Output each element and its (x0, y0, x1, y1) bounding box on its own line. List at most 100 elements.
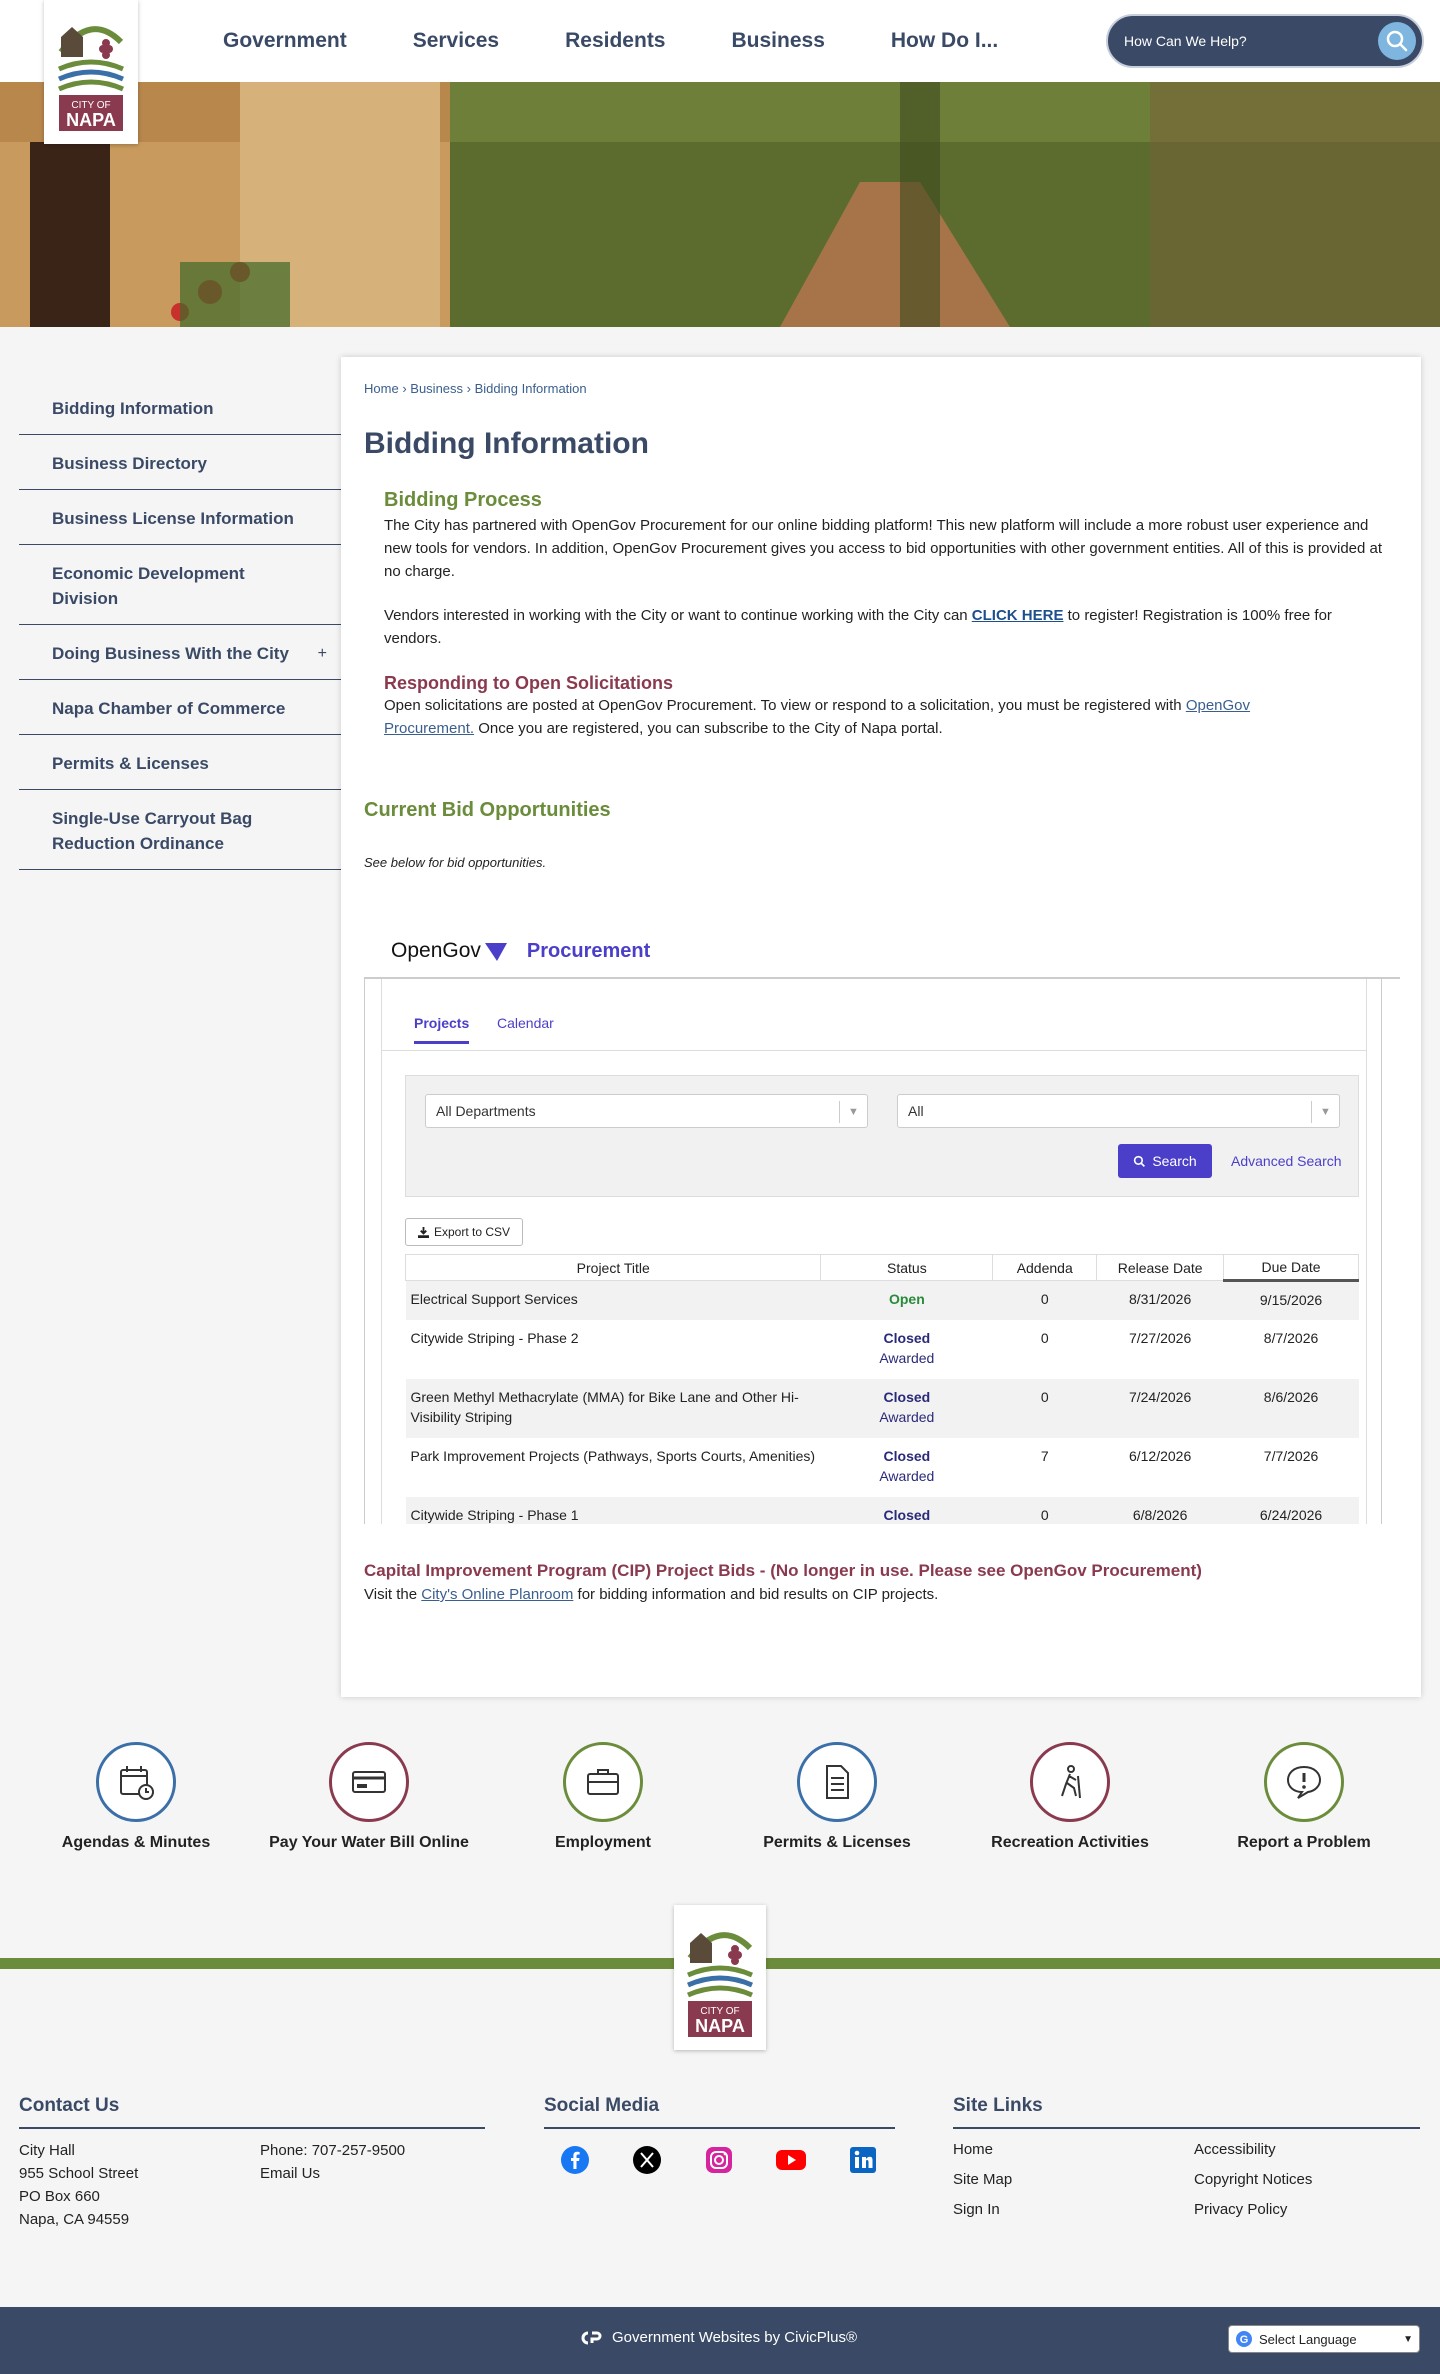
column-header-status[interactable]: Status (820, 1254, 994, 1281)
address-line: PO Box 660 (19, 2188, 100, 2205)
x-icon[interactable] (630, 2143, 664, 2177)
credit-card-icon (329, 1742, 409, 1822)
quick-link-report-problem[interactable]: Report a Problem (1194, 1742, 1414, 1852)
table-row[interactable]: Electrical Support Services Open 0 8/31/… (405, 1280, 1359, 1320)
footer-city-logo[interactable]: CITY OF NAPA (674, 1905, 766, 2050)
sidebar-item-carryout-bag[interactable]: Single-Use Carryout Bag Reduction Ordina… (19, 790, 341, 870)
breadcrumb-current[interactable]: Bidding Information (475, 381, 587, 396)
project-title[interactable]: Citywide Striping - Phase 2 (406, 1320, 821, 1379)
table-row[interactable]: Park Improvement Projects (Pathways, Spo… (406, 1438, 1359, 1497)
breadcrumb-home[interactable]: Home (364, 381, 399, 396)
civicplus-link[interactable]: Government Websites by CivicPlus® (578, 2329, 857, 2346)
table-row[interactable]: Citywide Striping - Phase 2 Closed Awarde… (406, 1320, 1359, 1379)
department-select-value: All Departments (436, 1103, 536, 1119)
sidebar-item-permits-licenses[interactable]: Permits & Licenses (19, 735, 341, 790)
footer-link-copyright[interactable]: Copyright Notices (1194, 2171, 1312, 2188)
status-awarded: Awarded (879, 1467, 935, 1484)
hiker-icon (1030, 1742, 1110, 1822)
responding-heading: Responding to Open Solicitations (384, 673, 674, 693)
search-input[interactable] (1124, 28, 1364, 54)
project-status: Closed Awarded (821, 1438, 993, 1497)
sidebar-item-business-directory[interactable]: Business Directory (19, 435, 341, 490)
footer-link-accessibility[interactable]: Accessibility (1194, 2141, 1276, 2158)
city-of-napa-logo: CITY OF NAPA (686, 1931, 754, 2037)
social-media: Social Media (544, 2095, 895, 2177)
project-title[interactable]: Electrical Support Services (405, 1280, 821, 1320)
export-csv-button[interactable]: Export to CSV (405, 1218, 523, 1246)
cip-paragraph: Visit the City's Online Planroom for bid… (364, 1583, 1404, 1606)
linkedin-icon[interactable] (846, 2143, 880, 2177)
sidebar-item-label: Doing Business With the City (52, 644, 289, 663)
cip-text-before: Visit the (364, 1586, 422, 1603)
project-release-date: 7/24/2026 (1096, 1378, 1224, 1438)
footer-link-sign-in[interactable]: Sign In (953, 2201, 1000, 2218)
opengov-logo: OpenGov (391, 939, 507, 963)
project-status: Closed Awarded (821, 1320, 993, 1379)
column-header-project-title[interactable]: Project Title (404, 1254, 822, 1281)
nav-how-do-i[interactable]: How Do I... (858, 29, 1031, 53)
nav-business[interactable]: Business (699, 29, 858, 53)
sidebar-item-business-license[interactable]: Business License Information (19, 490, 341, 545)
sidebar-item-doing-business[interactable]: Doing Business With the City + (19, 625, 341, 680)
nav-services[interactable]: Services (380, 29, 532, 53)
project-due-date: 7/7/2026 (1263, 1447, 1319, 1464)
svg-text:G: G (1240, 2334, 1249, 2346)
bottom-bar: Government Websites by CivicPlus® G Sele… (0, 2307, 1440, 2374)
nav-government[interactable]: Government (190, 29, 380, 53)
sidebar-item-chamber-of-commerce[interactable]: Napa Chamber of Commerce (19, 680, 341, 735)
sidebar-item-bidding-information[interactable]: Bidding Information (19, 380, 341, 435)
nav-residents[interactable]: Residents (532, 29, 698, 53)
procurement-label: Procurement (526, 939, 651, 962)
advanced-search-link[interactable]: Advanced Search (1231, 1153, 1342, 1169)
project-title[interactable]: Citywide Striping - Phase 1 (405, 1496, 821, 1524)
online-planroom-link[interactable]: City's Online Planroom (421, 1586, 573, 1603)
projects-search-button[interactable]: Search (1118, 1144, 1212, 1178)
facebook-icon[interactable] (558, 2143, 592, 2177)
site-links-col1: Home Site Map Sign In (953, 2135, 1194, 2225)
hero-banner (0, 82, 1440, 327)
quick-link-recreation[interactable]: Recreation Activities (960, 1742, 1180, 1852)
status-select[interactable]: All ▼ (897, 1094, 1340, 1128)
tab-calendar[interactable]: Calendar (497, 1015, 554, 1041)
language-select[interactable]: G Select Language ▼ (1228, 2325, 1420, 2353)
sidebar-item-economic-development[interactable]: Economic Development Division (19, 545, 341, 625)
quick-link-employment[interactable]: Employment (493, 1742, 713, 1852)
expand-icon[interactable]: + (318, 641, 327, 666)
column-header-addenda[interactable]: Addenda (992, 1254, 1098, 1281)
project-title[interactable]: Park Improvement Projects (Pathways, Spo… (406, 1438, 821, 1497)
search-icon (1134, 1155, 1146, 1167)
table-row[interactable]: Citywide Striping - Phase 1 Closed 0 6/8… (405, 1496, 1359, 1524)
quick-link-water-bill[interactable]: Pay Your Water Bill Online (259, 1742, 479, 1852)
department-select[interactable]: All Departments ▼ (425, 1094, 868, 1128)
footer-link-privacy[interactable]: Privacy Policy (1194, 2201, 1287, 2218)
project-addenda: 0 (992, 1378, 1097, 1438)
youtube-icon[interactable] (774, 2143, 808, 2177)
quick-link-agendas[interactable]: Agendas & Minutes (26, 1742, 246, 1852)
site-links-col2: Accessibility Copyright Notices Privacy … (1194, 2135, 1312, 2225)
footer-link-site-map[interactable]: Site Map (953, 2171, 1012, 2188)
bidding-process-paragraph: The City has partnered with OpenGov Proc… (384, 517, 1383, 580)
project-status: Open (820, 1280, 993, 1320)
breadcrumb-business[interactable]: Business (410, 381, 463, 396)
google-translate-icon: G (1236, 2331, 1252, 2347)
project-addenda: 0 (1040, 1329, 1049, 1346)
column-header-due-date[interactable]: Due Date (1223, 1254, 1359, 1282)
instagram-icon[interactable] (702, 2143, 736, 2177)
site-search (1106, 14, 1424, 68)
table-row[interactable]: Green Methyl Methacrylate (MMA) for Bike… (405, 1378, 1359, 1438)
email-us-link[interactable]: Email Us (260, 2165, 320, 2182)
opengov-frame: Projects Calendar All Departments ▼ All … (364, 979, 1382, 1524)
bidding-process-heading: Bidding Process (384, 489, 542, 511)
language-select-value: Select Language (1259, 2331, 1357, 2347)
address-line: City Hall (19, 2142, 75, 2159)
project-release-date: 7/27/2026 (1128, 1329, 1192, 1346)
footer-link-home[interactable]: Home (953, 2141, 993, 2158)
quick-link-permits[interactable]: Permits & Licenses (727, 1742, 947, 1852)
tab-projects[interactable]: Projects (414, 1015, 470, 1044)
column-header-release-date[interactable]: Release Date (1096, 1254, 1225, 1281)
city-logo[interactable]: CITY OF NAPA (44, 0, 138, 144)
search-button[interactable] (1378, 22, 1416, 60)
click-here-link[interactable]: CLICK HERE (972, 607, 1064, 624)
address-line: Napa, CA 94559 (19, 2211, 130, 2228)
project-title[interactable]: Green Methyl Methacrylate (MMA) for Bike… (405, 1378, 821, 1438)
